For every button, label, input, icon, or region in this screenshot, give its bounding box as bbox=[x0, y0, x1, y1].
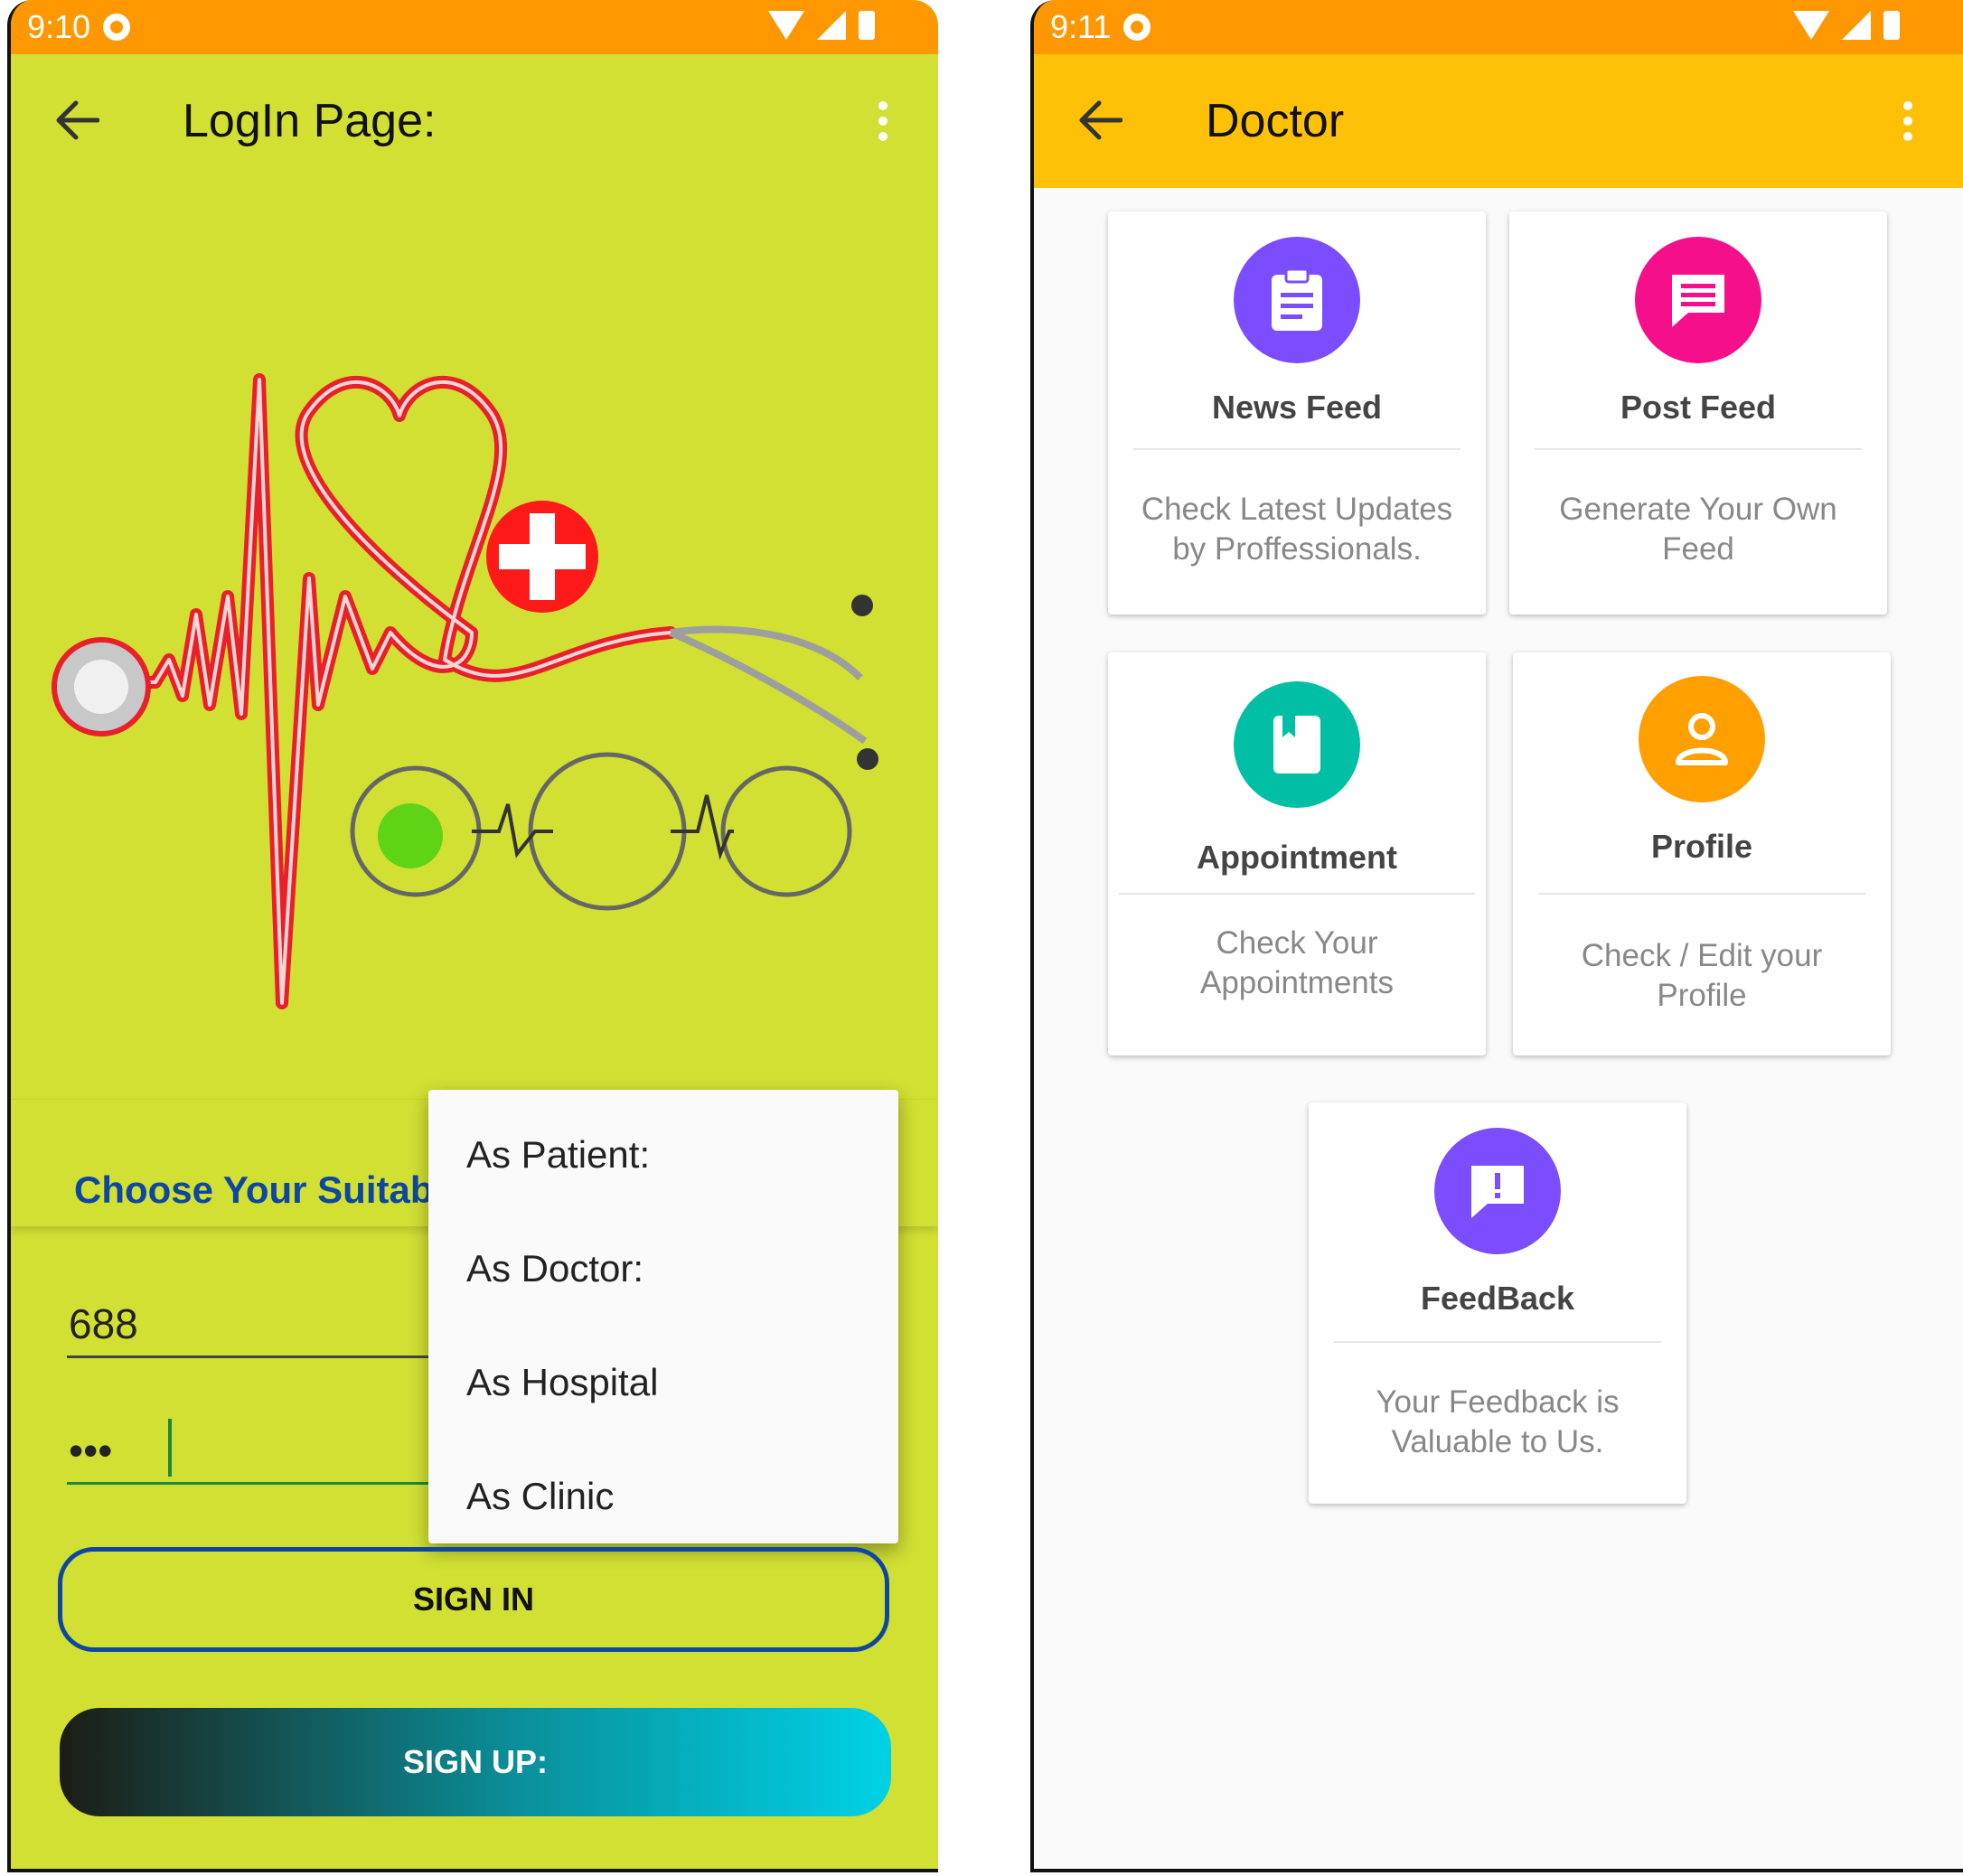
card-description-line: Feed bbox=[1662, 531, 1734, 567]
role-dropdown-menu: As Patient: As Doctor: As Hospital As Cl… bbox=[428, 1090, 898, 1543]
card-description-line: Check / Edit your bbox=[1581, 938, 1823, 973]
battery-icon bbox=[1883, 11, 1900, 40]
card-description-line: Your Feedback is bbox=[1376, 1384, 1620, 1420]
username-value: 688 bbox=[69, 1300, 138, 1347]
password-value: ••• bbox=[69, 1427, 113, 1474]
card-description-line: by Proffessionals. bbox=[1172, 531, 1422, 567]
username-input[interactable]: 688 bbox=[67, 1283, 446, 1358]
book-icon bbox=[1234, 681, 1360, 808]
wifi-icon bbox=[1793, 11, 1829, 40]
card-description-line: Generate Your Own bbox=[1559, 492, 1837, 527]
card-divider bbox=[1334, 1341, 1661, 1343]
doctor-dashboard-screen: 9:11 Doctor News Feed Check Latest Updat… bbox=[1030, 0, 1963, 1872]
page-title: Doctor bbox=[1206, 95, 1345, 147]
card-post-feed[interactable]: Post Feed Generate Your Own Feed bbox=[1509, 211, 1887, 614]
card-news-feed[interactable]: News Feed Check Latest Updates by Proffe… bbox=[1108, 211, 1486, 614]
card-description-line: Appointments bbox=[1199, 965, 1395, 1000]
sign-up-button[interactable]: SIGN UP: bbox=[60, 1708, 891, 1816]
status-time: 9:11 bbox=[1050, 8, 1112, 45]
card-title: Profile bbox=[1650, 828, 1753, 865]
more-options-icon[interactable] bbox=[878, 101, 888, 141]
page-title: LogIn Page: bbox=[183, 95, 437, 147]
card-description-line: Check Latest Updates bbox=[1141, 492, 1453, 527]
signal-icon bbox=[817, 11, 846, 40]
clipboard-icon bbox=[1234, 237, 1360, 363]
login-screen: 9:10 LogIn Page: Choose Your Suitabl 688… bbox=[7, 0, 938, 1872]
app-bar: LogIn Page: bbox=[11, 54, 938, 188]
battery-icon bbox=[859, 11, 875, 40]
card-feedback[interactable]: FeedBack Your Feedback is Valuable to Us… bbox=[1309, 1102, 1686, 1504]
dropdown-option-hospital[interactable]: As Hospital bbox=[466, 1361, 658, 1404]
feedback-icon bbox=[1434, 1128, 1561, 1254]
card-profile[interactable]: Profile Check / Edit your Profile bbox=[1513, 652, 1891, 1055]
back-arrow-icon[interactable] bbox=[1077, 99, 1122, 141]
signal-icon bbox=[1842, 11, 1871, 40]
card-title: News Feed bbox=[1211, 389, 1383, 426]
status-time: 9:10 bbox=[27, 8, 91, 45]
notification-icon bbox=[1123, 14, 1151, 41]
health-logo bbox=[52, 373, 878, 1009]
dropdown-option-patient[interactable]: As Patient: bbox=[466, 1133, 650, 1177]
card-title: FeedBack bbox=[1420, 1280, 1575, 1317]
wifi-icon bbox=[768, 11, 804, 40]
dropdown-option-clinic[interactable]: As Clinic bbox=[466, 1475, 614, 1518]
password-input[interactable]: ••• bbox=[67, 1410, 446, 1485]
status-bar: 9:11 bbox=[1034, 0, 1963, 54]
card-divider bbox=[1119, 893, 1475, 895]
card-divider bbox=[1133, 448, 1461, 450]
card-description: Generate Your Own Feed bbox=[1527, 490, 1869, 569]
choose-role-label: Choose Your Suitabl bbox=[74, 1168, 445, 1211]
card-description: Check Latest Updates by Proffessionals. bbox=[1126, 490, 1468, 569]
card-divider bbox=[1538, 893, 1865, 895]
card-appointment[interactable]: Appointment Check Your Appointments bbox=[1108, 652, 1486, 1055]
card-description: Check Your Appointments bbox=[1126, 924, 1468, 1003]
message-icon bbox=[1635, 237, 1761, 363]
card-description: Check / Edit your Profile bbox=[1531, 936, 1873, 1016]
status-bar: 9:10 bbox=[11, 0, 938, 54]
card-description-line: Valuable to Us. bbox=[1391, 1424, 1604, 1459]
card-divider bbox=[1535, 448, 1862, 450]
app-bar: Doctor bbox=[1034, 54, 1963, 188]
card-description-line: Check Your bbox=[1216, 925, 1378, 961]
card-description-line: Profile bbox=[1657, 978, 1747, 1013]
text-cursor bbox=[168, 1419, 172, 1477]
person-icon bbox=[1639, 676, 1765, 802]
card-title: Post Feed bbox=[1620, 389, 1777, 426]
back-arrow-icon[interactable] bbox=[54, 99, 99, 141]
card-description: Your Feedback is Valuable to Us. bbox=[1327, 1383, 1668, 1462]
more-options-icon[interactable] bbox=[1903, 101, 1912, 141]
sign-in-button[interactable]: SIGN IN bbox=[58, 1547, 889, 1652]
dropdown-option-doctor[interactable]: As Doctor: bbox=[466, 1247, 643, 1290]
card-title: Appointment bbox=[1197, 839, 1397, 876]
notification-icon bbox=[103, 14, 131, 41]
